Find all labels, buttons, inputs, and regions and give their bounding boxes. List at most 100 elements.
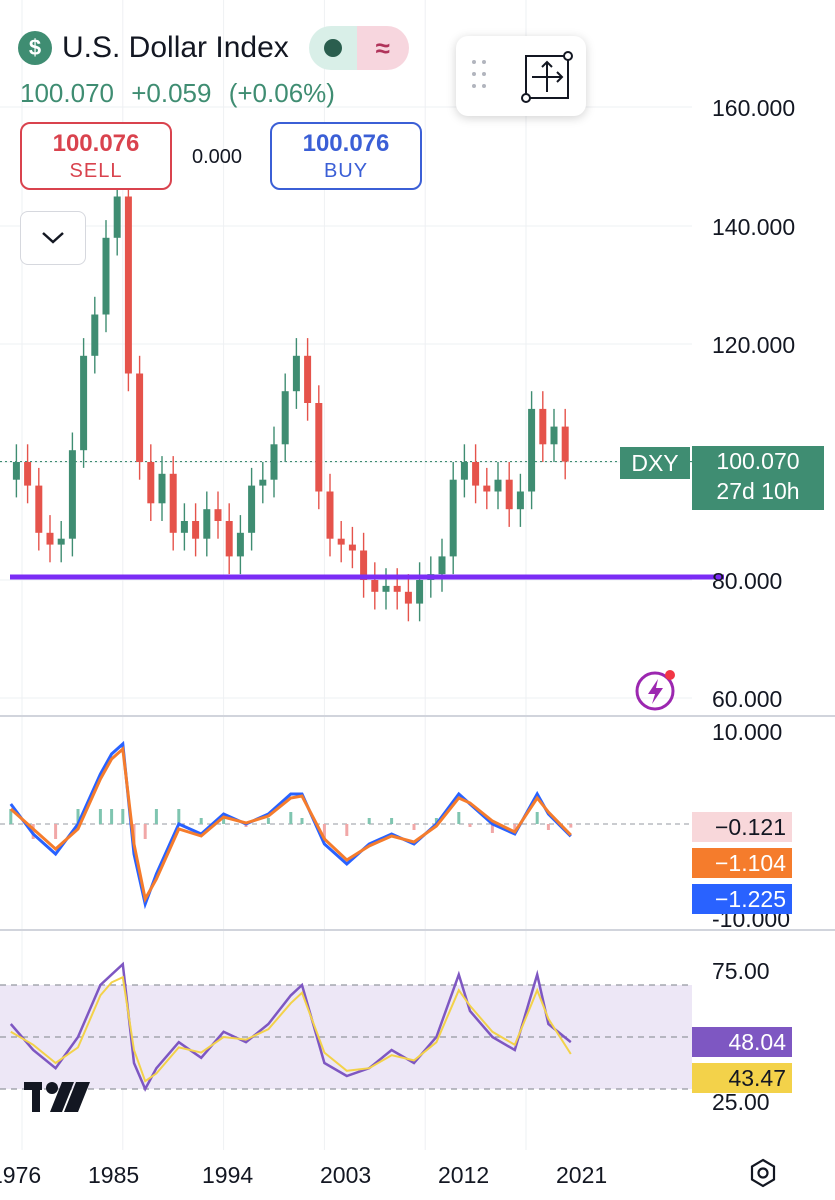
bar-countdown: 27d 10h (716, 478, 800, 504)
symbol-title: U.S. Dollar Index (62, 31, 289, 64)
macd-histogram-bar (345, 824, 349, 836)
candle-body (438, 556, 446, 575)
candle-body (304, 355, 312, 403)
candle-body (57, 538, 65, 545)
rsi-value: 48.04 (692, 1027, 792, 1057)
candle-body (528, 408, 536, 492)
candle-body (561, 426, 569, 462)
buy-label: BUY (323, 159, 369, 182)
candle-body (12, 462, 20, 480)
candle-body (136, 373, 144, 462)
macd-histogram-bar (535, 812, 539, 824)
buy-button[interactable]: 100.076 BUY (270, 122, 422, 190)
drawing-toolbox[interactable] (456, 36, 586, 116)
collapse-button[interactable] (20, 211, 86, 265)
macd-histogram-bar (154, 809, 158, 824)
settings-hexagon-icon[interactable] (748, 1158, 778, 1188)
macd-histogram-bar (98, 809, 102, 824)
candle-body (225, 521, 233, 557)
macd-signal-value: −1.104 (692, 848, 792, 878)
symbol-tag: DXY (620, 447, 690, 479)
chevron-down-icon (42, 232, 64, 244)
macd-histogram-bar (199, 818, 203, 824)
candle-body (46, 532, 54, 545)
macd-histogram-bar (457, 812, 461, 824)
candle-body (337, 538, 345, 545)
candle-body (236, 532, 244, 557)
macd-histogram-bar (546, 824, 550, 830)
macd-histogram-bar (110, 809, 114, 824)
candle-body (516, 491, 524, 510)
macd-histogram-bar (121, 809, 125, 824)
macd-histogram-bar (468, 824, 472, 827)
candle-body (281, 391, 289, 445)
move-tool-icon[interactable] (520, 50, 574, 104)
price-tick: 80.000 (712, 568, 783, 594)
candle-body (248, 485, 256, 533)
last-price: 100.070 (20, 78, 114, 108)
macd-histogram-bar (300, 818, 304, 824)
sell-button[interactable]: 100.076 SELL (20, 122, 172, 190)
last-price-tag-value: 100.070 (716, 448, 800, 474)
candle-body (270, 444, 278, 480)
macd-histogram-bar (412, 824, 416, 830)
price-quote: 100.070 +0.059 (+0.06%) (20, 78, 345, 109)
candle-body (24, 462, 32, 486)
candle-body (158, 473, 166, 504)
rsi-tick: 75.00 (712, 958, 770, 984)
price-pane (0, 178, 724, 622)
candle-body (169, 473, 177, 533)
candle-body (348, 544, 356, 551)
candle-body (214, 509, 222, 521)
macd-line-value: −1.225 (692, 884, 792, 914)
candle-body (460, 462, 468, 480)
candle-body (494, 479, 502, 492)
time-tick: 2021 (556, 1162, 608, 1188)
price-tick: 160.000 (712, 95, 796, 121)
tradingview-logo (24, 1082, 90, 1112)
macd-pane (0, 740, 692, 910)
candle-body (180, 521, 188, 533)
candle-body (505, 479, 513, 510)
dollar-sign-icon: $ (18, 31, 52, 65)
buy-price: 100.076 (302, 129, 390, 157)
candle-body (472, 462, 480, 486)
market-status-pill[interactable]: ≈ (308, 26, 409, 70)
time-tick: 1985 (88, 1162, 140, 1188)
macd-histogram-bar (390, 818, 394, 824)
market-status-dot-icon (308, 26, 357, 70)
candle-body (416, 580, 424, 604)
macd-histogram-bar (569, 824, 573, 828)
candle-body (449, 479, 457, 557)
sell-label: SELL (69, 159, 123, 182)
candle-body (326, 491, 334, 539)
spread-value: 0.000 (192, 146, 243, 168)
macd-histogram-value: −0.121 (692, 812, 792, 842)
candle-body (80, 355, 88, 451)
price-change-percent: (+0.06%) (228, 78, 335, 108)
rsi-ma-value: 43.47 (692, 1063, 792, 1093)
time-tick: 1994 (202, 1162, 254, 1188)
candle-body (192, 521, 200, 539)
macd-histogram-bar (143, 824, 147, 839)
macd-histogram-bar (177, 809, 181, 824)
candle-body (404, 591, 412, 604)
candle-body (102, 237, 110, 315)
candle-body (259, 479, 267, 486)
time-tick: 2003 (320, 1162, 372, 1188)
candle-body (315, 403, 323, 492)
rsi-pane (0, 961, 692, 1092)
candle-body (371, 580, 379, 592)
price-change: +0.059 (131, 78, 212, 108)
candle-body (539, 408, 547, 445)
price-tick: 60.000 (712, 686, 783, 712)
macd-tick: 10.000 (712, 719, 783, 745)
price-tick: 120.000 (712, 332, 796, 358)
lightning-icon[interactable] (634, 666, 680, 712)
candle-body (91, 314, 99, 356)
symbol-header[interactable]: $ U.S. Dollar Index ≈ (18, 26, 409, 70)
candle-body (203, 509, 211, 539)
time-tick: 1976 (0, 1162, 42, 1188)
macd-histogram-bar (266, 818, 270, 824)
wave-approx-icon: ≈ (356, 26, 409, 70)
